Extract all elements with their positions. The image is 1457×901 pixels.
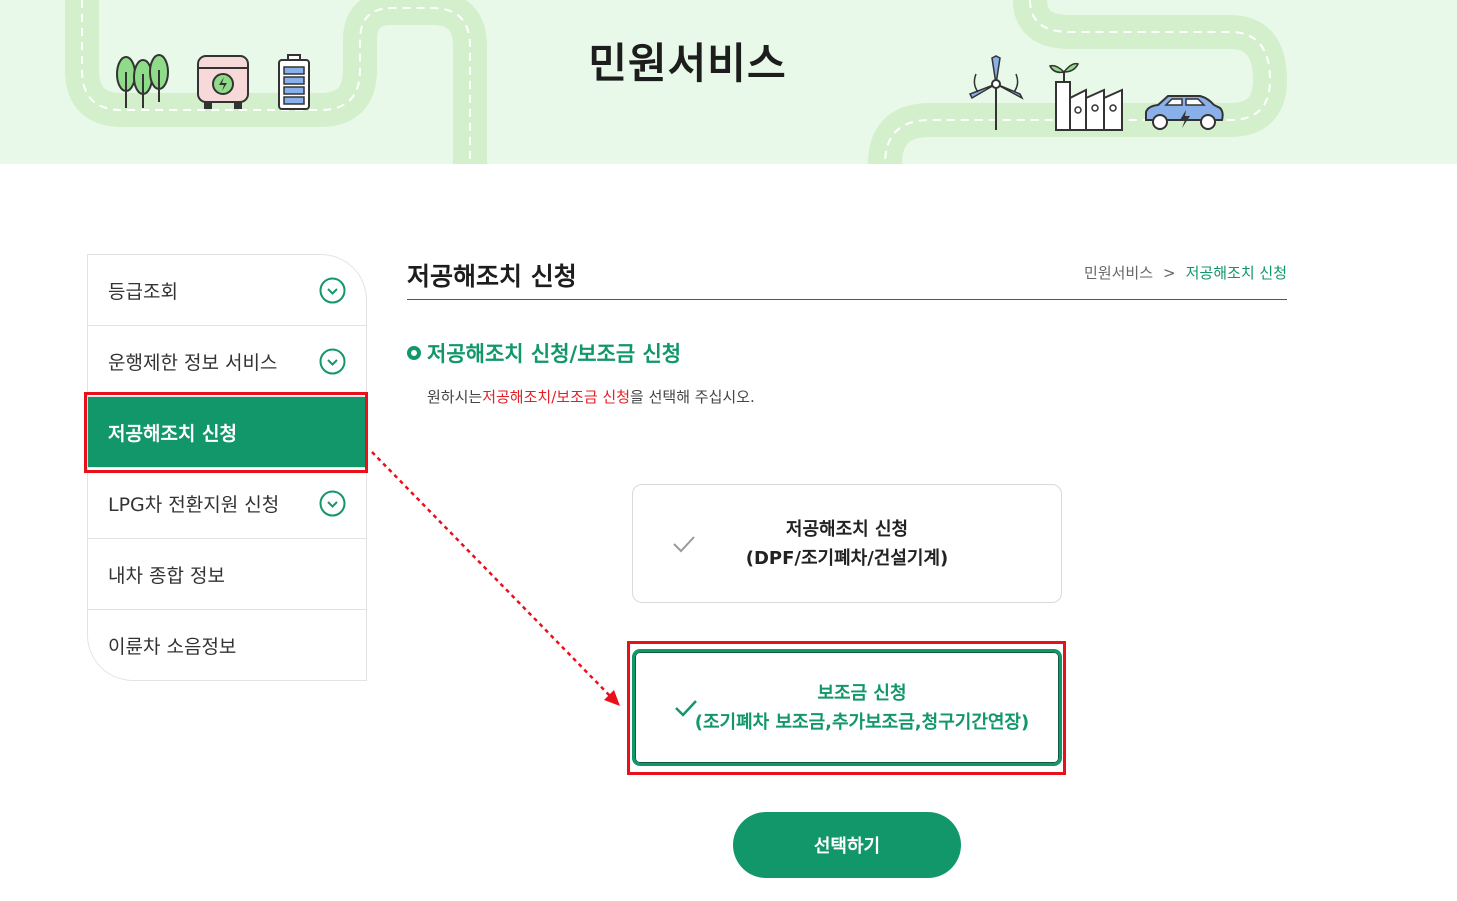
option-subtitle: (DPF/조기폐차/건설기계) [745,547,949,569]
sidebar-item-motorcycle-noise[interactable]: 이륜차 소음정보 [88,610,366,681]
sidebar-item-operation-restriction[interactable]: 운행제한 정보 서비스 [88,326,366,397]
option-subtitle: (조기폐차 보조금,추가보조금,청구기간연장) [694,711,1030,733]
trees-icon [116,54,169,108]
chevron-down-circle-icon[interactable] [319,348,346,375]
instruction-highlight: 저공해조치/보조금 신청 [482,388,631,406]
instruction-suffix: 을 선택해 주십시오. [630,388,755,406]
breadcrumb-parent[interactable]: 민원서비스 [1084,262,1153,283]
sidebar-item-low-emission-application[interactable]: 저공해조치 신청 [88,397,366,468]
option-title: 보조금 신청 [817,682,907,704]
option-low-emission-application[interactable]: 저공해조치 신청 (DPF/조기폐차/건설기계) [632,484,1062,603]
check-icon [675,699,697,717]
sidebar-item-label: 이륜차 소음정보 [108,636,237,658]
option-label: 저공해조치 신청 (DPF/조기폐차/건설기계) [746,515,949,573]
breadcrumb-current: 저공해조치 신청 [1185,264,1287,282]
wind-turbine-icon [968,55,1024,130]
sidebar-item-grade-lookup[interactable]: 등급조회 [88,255,366,326]
sidebar-item-lpg-conversion[interactable]: LPG차 전환지원 신청 [88,468,366,539]
section-title: 저공해조치 신청/보조금 신청 [427,342,682,366]
option-title: 저공해조치 신청 [785,518,909,540]
chevron-down-circle-icon[interactable] [319,277,346,304]
section-heading: 저공해조치 신청/보조금 신청 [407,338,681,368]
breadcrumb-separator: > [1163,263,1176,282]
sidebar-item-label: 내차 종합 정보 [108,564,225,587]
factory-icon [1048,62,1123,131]
chevron-down-circle-icon[interactable] [319,490,346,517]
select-button[interactable]: 선택하기 [733,812,961,878]
check-icon [673,535,695,552]
sidebar-item-label: 저공해조치 신청 [108,422,237,445]
battery-icon [278,54,310,110]
instruction-text: 원하시는저공해조치/보조금 신청을 선택해 주십시오. [427,386,755,407]
breadcrumb: 민원서비스 > 저공해조치 신청 [1084,262,1287,283]
electric-bus-icon [197,55,249,109]
page-title: 저공해조치 신청 [407,262,577,291]
instruction-prefix: 원하시는 [427,388,483,406]
sidebar-item-my-car-info[interactable]: 내차 종합 정보 [88,539,366,610]
option-subsidy-application[interactable]: 보조금 신청 (조기폐차 보조금,추가보조금,청구기간연장) [632,649,1062,766]
ring-bullet-icon [407,346,421,360]
option-label: 보조금 신청 (조기폐차 보조금,추가보조금,청구기간연장) [665,679,1029,737]
title-divider [407,299,1287,300]
header-banner: 민원서비스 [0,0,1457,164]
sidebar-nav: 등급조회 운행제한 정보 서비스 저공해조치 신청 LPG차 전환지원 신청 내… [87,254,367,681]
electric-car-icon [1145,95,1224,130]
